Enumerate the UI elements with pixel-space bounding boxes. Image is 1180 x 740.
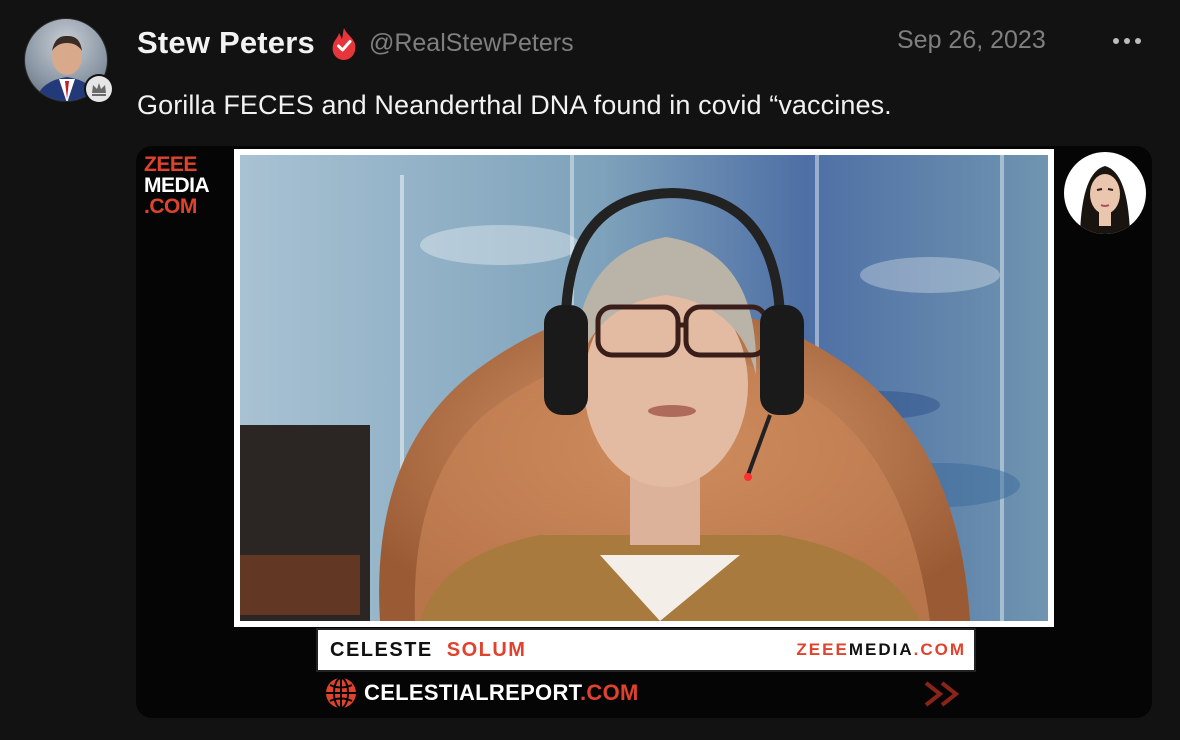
lower-third-site-part-a: ZEEE (796, 640, 849, 659)
author-handle[interactable]: @RealStewPeters (369, 29, 574, 58)
double-chevron-icon (924, 681, 960, 707)
footer-site-part-b: .COM (579, 680, 639, 705)
logo-line2: MEDIA (144, 174, 210, 197)
lower-third-site-part-b: MEDIA (848, 640, 914, 659)
lower-third-site-part-c: .COM (913, 640, 966, 659)
post-date[interactable]: Sep 26, 2023 (897, 26, 1046, 55)
video-frame (234, 149, 1054, 627)
badge (84, 74, 114, 104)
post-header: Stew Peters @RealStewPeters (137, 22, 574, 64)
lower-third-site: ZEEEMEDIA.COM (796, 640, 966, 660)
zeee-media-logo: ZEEE MEDIA .COM (144, 154, 228, 217)
video-scene (240, 155, 1048, 621)
post-text: Gorilla FECES and Neanderthal DNA found … (137, 90, 892, 120)
guest-avatar (1064, 152, 1146, 234)
guest-avatar-image (1065, 153, 1145, 234)
flame-check-icon (332, 28, 356, 60)
lower-third-banner: CELESTE SOLUM ZEEEMEDIA.COM (316, 628, 976, 672)
logo-line1: ZEEE (144, 153, 197, 176)
footer-site-part-a: CELESTIALREPORT (364, 680, 580, 705)
celestial-report-footer: CELESTIALREPORT.COM (324, 677, 639, 709)
video-content (240, 155, 1048, 621)
crown-badge-icon (92, 83, 106, 96)
more-dots-icon[interactable] (1106, 24, 1148, 58)
logo-line3: .COM (144, 195, 197, 218)
lower-third-first-name: CELESTE (330, 638, 433, 661)
video-media[interactable]: ZEEE MEDIA .COM CELESTE SOLUM ZEEEMEDIA.… (136, 146, 1152, 718)
author-avatar-wrap[interactable] (24, 18, 114, 104)
lower-third-last-name: SOLUM (446, 638, 527, 661)
author-name[interactable]: Stew Peters (137, 25, 315, 61)
globe-icon (326, 677, 356, 709)
